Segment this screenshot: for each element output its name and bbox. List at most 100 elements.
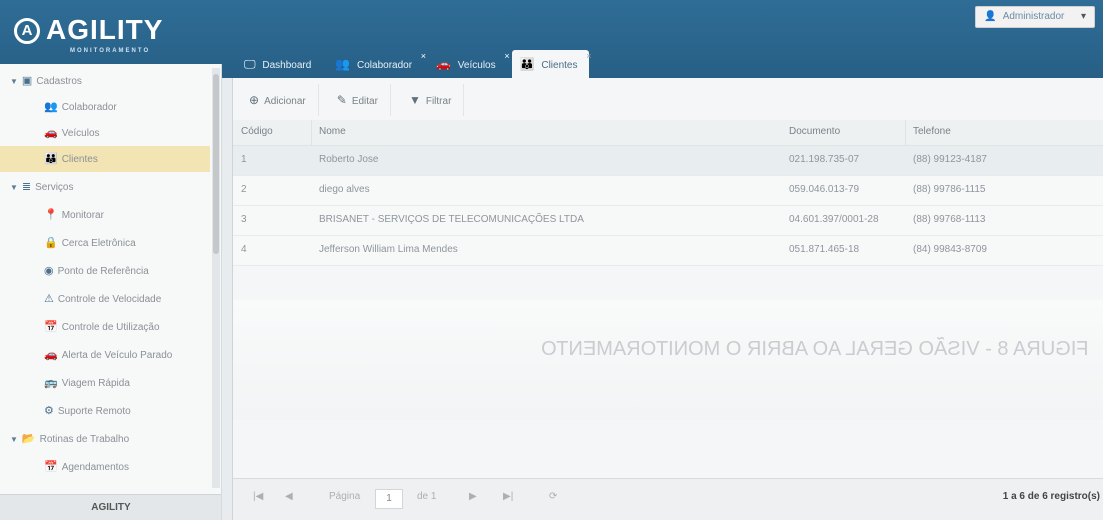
sidebar-item-controle-utilizacao[interactable]: 📅 Controle de Utilização: [0, 314, 210, 340]
first-page-icon[interactable]: |◀: [253, 491, 263, 502]
sidebar-item-label: Controle de Velocidade: [57, 294, 162, 305]
sidebar-item-label: Viagem Rápida: [61, 378, 130, 389]
add-button[interactable]: ⊕ Adicionar: [237, 84, 319, 116]
edit-button[interactable]: ✎ Editar: [325, 84, 391, 116]
tab-veiculos[interactable]: 🚗 Veículos ×: [428, 50, 510, 78]
sidebar-item-viagem-rapida[interactable]: 🚌 Viagem Rápida: [0, 370, 210, 396]
sidebar-scrollbar[interactable]: [212, 68, 220, 488]
sidebar-item-label: Serviços: [35, 182, 74, 193]
sidebar-item-monitorar[interactable]: 📍 Monitorar: [0, 202, 210, 228]
cell-codigo: 2: [241, 184, 247, 195]
refresh-icon[interactable]: ⟳: [549, 491, 557, 502]
cell-telefone: (88) 99123-4187: [913, 154, 987, 165]
sidebar: ▼ ▣ Cadastros 👥 Colaborador 🚗 Veículos 👪 Clie…: [0, 64, 222, 520]
tab-dashboard[interactable]: 🖵 Dashboard: [236, 50, 323, 78]
sidebar-group-servicos[interactable]: ▼ ≣ Serviços: [0, 174, 210, 200]
table-header: Código Nome Documento Telefone: [233, 120, 1103, 146]
scrollbar-thumb[interactable]: [213, 74, 219, 254]
sidebar-item-alerta-veiculo-parado[interactable]: 🚗 Alerta de Veículo Parado: [0, 342, 210, 368]
cell-documento: 059.046.013-79: [789, 184, 860, 195]
cell-codigo: 1: [241, 154, 247, 165]
calendar-icon: 📅: [44, 321, 58, 333]
logo-text: AGILITY: [46, 14, 164, 45]
sidebar-item-label: Ponto de Referência: [57, 266, 149, 277]
column-divider: [905, 120, 906, 145]
plus-circle-icon: ⊕: [249, 93, 260, 107]
add-button-label: Adicionar: [264, 96, 306, 107]
warning-icon: ⚠: [44, 293, 54, 305]
table-row[interactable]: 1 Roberto Jose 021.198.735-07 (88) 99123…: [233, 146, 1103, 176]
gear-icon: ⚙: [44, 405, 54, 417]
sidebar-item-label: Monitorar: [61, 210, 104, 221]
tab-label: Clientes: [541, 60, 578, 71]
table-row[interactable]: 4 Jefferson William Lima Mendes 051.871.…: [233, 236, 1103, 266]
pencil-icon: ✎: [336, 93, 347, 107]
logo-mark: A: [14, 18, 40, 44]
sidebar-item-clientes[interactable]: 👪 Clientes: [0, 146, 210, 172]
user-menu-dropdown[interactable]: 👤 Administrador ▾: [975, 6, 1095, 28]
tab-clientes[interactable]: 👪 Clientes ×: [511, 50, 591, 78]
column-header-codigo[interactable]: Código: [241, 120, 311, 145]
sidebar-item-ponto-referencia[interactable]: ◉ Ponto de Referência: [0, 258, 210, 284]
column-header-telefone[interactable]: Telefone: [913, 120, 1033, 145]
tab-colaborador[interactable]: 👥 Colaborador ×: [327, 50, 426, 78]
cell-telefone: (88) 99786-1115: [913, 184, 986, 195]
cell-documento: 04.601.397/0001-28: [789, 214, 879, 225]
close-icon[interactable]: ×: [586, 50, 591, 62]
sidebar-item-label: Clientes: [61, 154, 98, 165]
close-icon[interactable]: ×: [421, 50, 426, 62]
table-row[interactable]: 3 BRISANET - SERVIÇOS DE TELECOMUNICAÇÕE…: [233, 206, 1103, 236]
page-number-input[interactable]: 1: [375, 489, 403, 509]
tab-label: Colaborador: [357, 60, 413, 71]
next-page-icon[interactable]: ▶: [469, 491, 477, 502]
users-icon: 👥: [335, 57, 351, 71]
last-page-icon[interactable]: ▶|: [503, 491, 513, 502]
close-icon[interactable]: ×: [504, 50, 509, 62]
pagination-bar: |◀ ◀ Página 1 de 1 ▶ ▶| ⟳ 1 a 6 de 6 reg…: [233, 478, 1103, 520]
sidebar-footer: AGILITY: [0, 494, 221, 520]
filter-icon: ▼: [408, 93, 421, 107]
sidebar-item-label: Agendamentos: [61, 462, 129, 473]
group-icon: 👪: [519, 57, 535, 71]
column-header-documento[interactable]: Documento: [789, 120, 899, 145]
sidebar-item-agendamentos[interactable]: 📅 Agendamentos: [0, 454, 210, 480]
chevron-down-icon: ▾: [1080, 11, 1086, 22]
records-info: 1 a 6 de 6 registro(s): [1002, 491, 1100, 502]
bus-icon: 🚌: [44, 377, 58, 389]
sidebar-item-label: Cadastros: [36, 76, 82, 87]
sidebar-group-cadastros[interactable]: ▼ ▣ Cadastros: [0, 68, 210, 94]
chevron-down-icon: ▼: [10, 77, 18, 86]
user-icon: 👤: [984, 11, 997, 22]
car-icon: 🚗: [44, 127, 58, 139]
sidebar-item-label: Veículos: [61, 128, 100, 139]
calendar-icon: 📅: [44, 461, 58, 473]
sidebar-group-rotinas[interactable]: ▼ 📂 Rotinas de Trabalho: [0, 426, 210, 452]
sidebar-item-veiculos[interactable]: 🚗 Veículos: [0, 120, 210, 146]
chevron-down-icon: ▼: [10, 435, 18, 444]
filter-button-label: Filtrar: [425, 96, 452, 107]
sidebar-item-controle-velocidade[interactable]: ⚠ Controle de Velocidade: [0, 286, 210, 312]
lock-icon: 🔒: [44, 237, 58, 249]
cell-nome: BRISANET - SERVIÇOS DE TELECOMUNICAÇÕES …: [319, 214, 584, 225]
table-row[interactable]: 2 diego alves 059.046.013-79 (88) 99786-…: [233, 176, 1103, 206]
filter-button[interactable]: ▼ Filtrar: [397, 84, 465, 116]
bleed-through-caption: FIGURA 8 - VISÃO GERAL AO ABRIR O MONITO…: [541, 338, 1089, 360]
list-icon: ≣: [21, 181, 32, 193]
car-icon: 🚗: [436, 57, 452, 71]
cell-codigo: 4: [241, 244, 247, 255]
column-header-nome[interactable]: Nome: [319, 120, 779, 145]
sidebar-item-label: Rotinas de Trabalho: [39, 434, 130, 445]
folder-icon: ▣: [21, 75, 33, 87]
sidebar-item-colaborador[interactable]: 👥 Colaborador: [0, 94, 210, 120]
user-menu-label: Administrador: [1002, 11, 1065, 22]
folder-open-icon: 📂: [21, 433, 36, 445]
sidebar-item-cerca-eletronica[interactable]: 🔒 Cerca Eletrônica: [0, 230, 210, 256]
sidebar-item-suporte-remoto[interactable]: ⚙ Suporte Remoto: [0, 398, 210, 424]
monitor-icon: 🖵: [244, 57, 256, 71]
prev-page-icon[interactable]: ◀: [285, 491, 293, 502]
cell-documento: 051.871.465-18: [789, 244, 860, 255]
logo-subtitle: MONITORAMENTO: [70, 48, 151, 54]
map-pin-icon: 📍: [44, 209, 58, 221]
cell-nome: Jefferson William Lima Mendes: [319, 244, 458, 255]
app-logo[interactable]: A AGILITY MONITORAMENTO: [10, 10, 220, 56]
